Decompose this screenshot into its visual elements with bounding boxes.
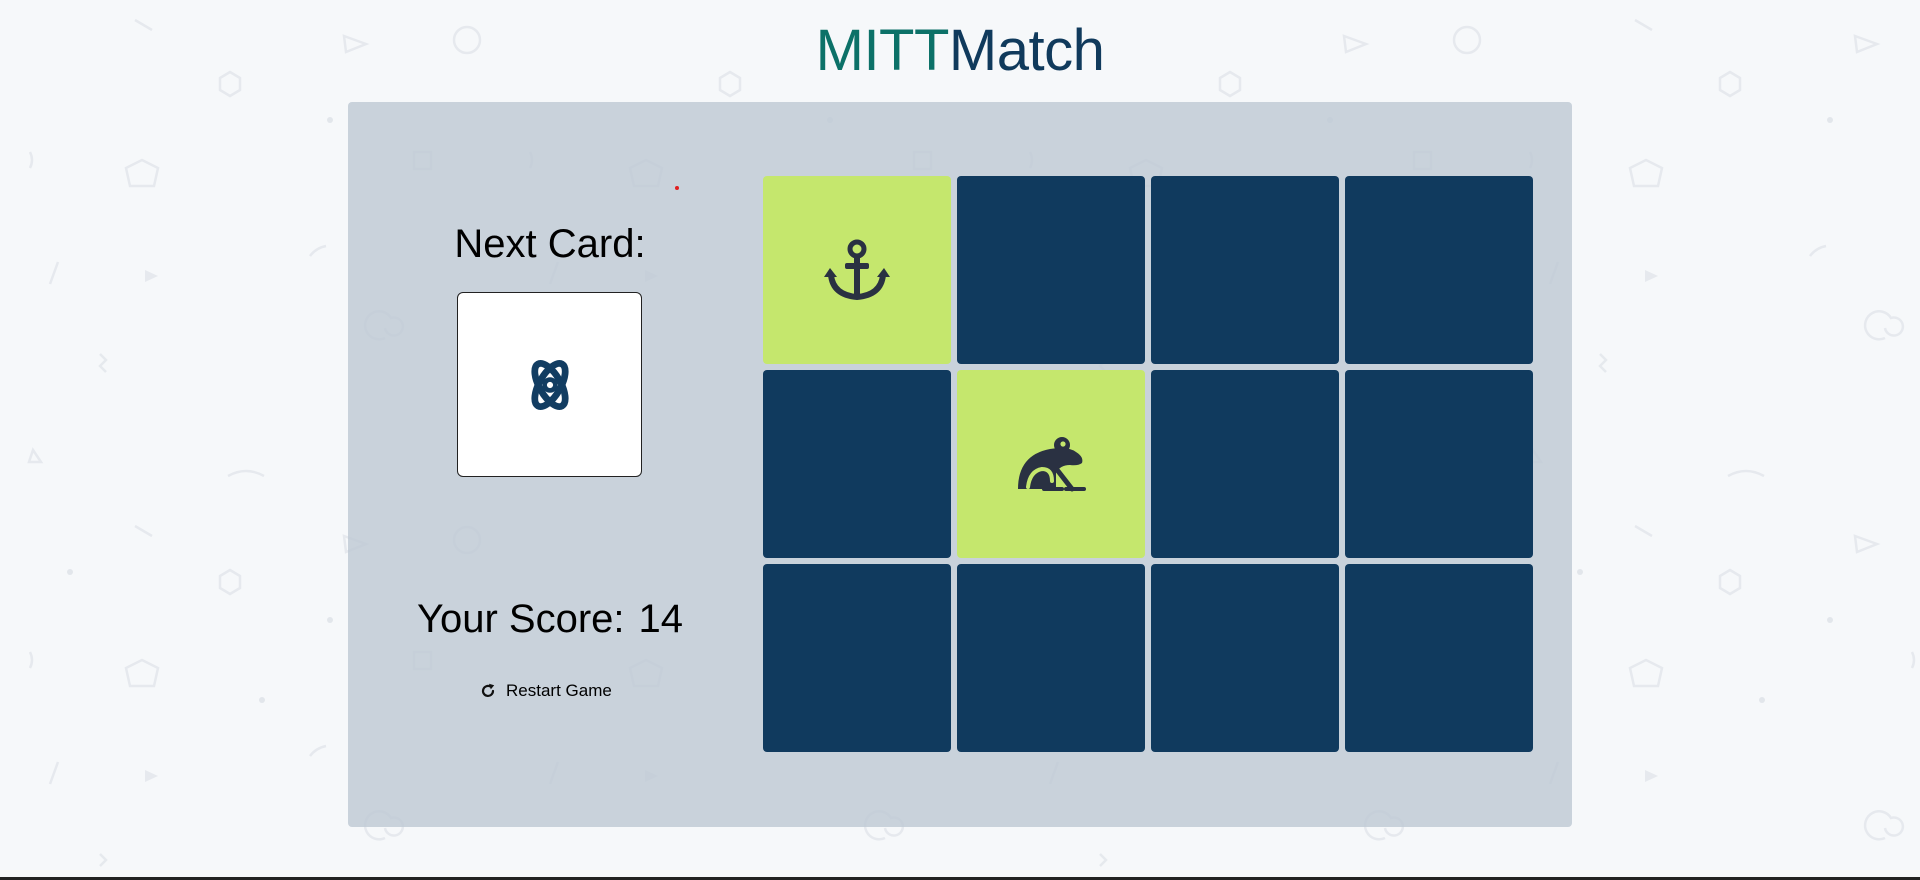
card-2[interactable] <box>957 176 1145 364</box>
game-page: MITTMatch Next Card: Your Score: 14 Resta… <box>0 0 1920 880</box>
restart-game-label: Restart Game <box>506 681 612 700</box>
score-label: Your Score: <box>416 597 625 641</box>
score-value: 14 <box>638 597 684 641</box>
restart-game-button[interactable]: Restart Game <box>480 678 612 704</box>
card-grid <box>763 176 1533 752</box>
app-title-part1: MITT <box>815 18 950 83</box>
next-card-display <box>457 292 642 477</box>
next-card-label: Next Card: <box>454 222 646 266</box>
card-4[interactable] <box>1345 176 1533 364</box>
anchor-icon <box>824 239 890 301</box>
card-11[interactable] <box>1151 564 1339 752</box>
card-9[interactable] <box>763 564 951 752</box>
card-7[interactable] <box>1151 370 1339 558</box>
score-display: Your Score: 14 <box>384 597 716 642</box>
card-10[interactable] <box>957 564 1145 752</box>
frog-icon <box>1018 437 1086 492</box>
card-3[interactable] <box>1151 176 1339 364</box>
atom-icon <box>530 359 569 410</box>
card-1[interactable] <box>763 176 951 364</box>
app-title: MITTMatch <box>0 16 1920 86</box>
app-title-part2: Match <box>948 18 1105 83</box>
red-dot-marker <box>675 186 679 190</box>
refresh-icon <box>481 683 495 697</box>
card-5[interactable] <box>763 370 951 558</box>
card-6[interactable] <box>957 370 1145 558</box>
card-8[interactable] <box>1345 370 1533 558</box>
card-12[interactable] <box>1345 564 1533 752</box>
